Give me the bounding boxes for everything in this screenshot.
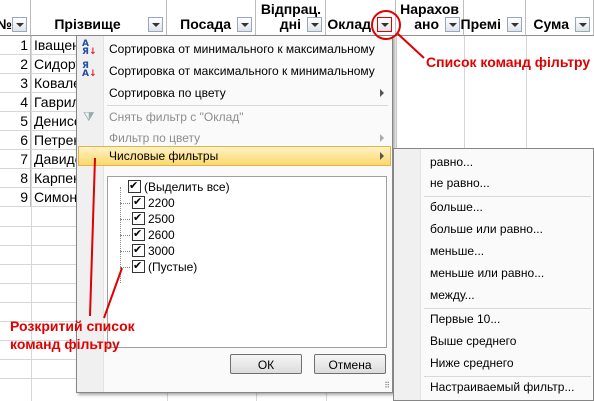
annotation-expanded-line1: Розкритий список bbox=[10, 318, 135, 334]
annotation-arrow-line bbox=[397, 33, 425, 59]
annotation-circle bbox=[371, 10, 401, 40]
annotation-filter-list: Список команд фільтру bbox=[426, 54, 591, 70]
annotation-arrow-line bbox=[103, 267, 123, 319]
annotation-expanded-line2: команд фільтру bbox=[10, 336, 120, 352]
annotation-arrow-line bbox=[89, 157, 96, 317]
